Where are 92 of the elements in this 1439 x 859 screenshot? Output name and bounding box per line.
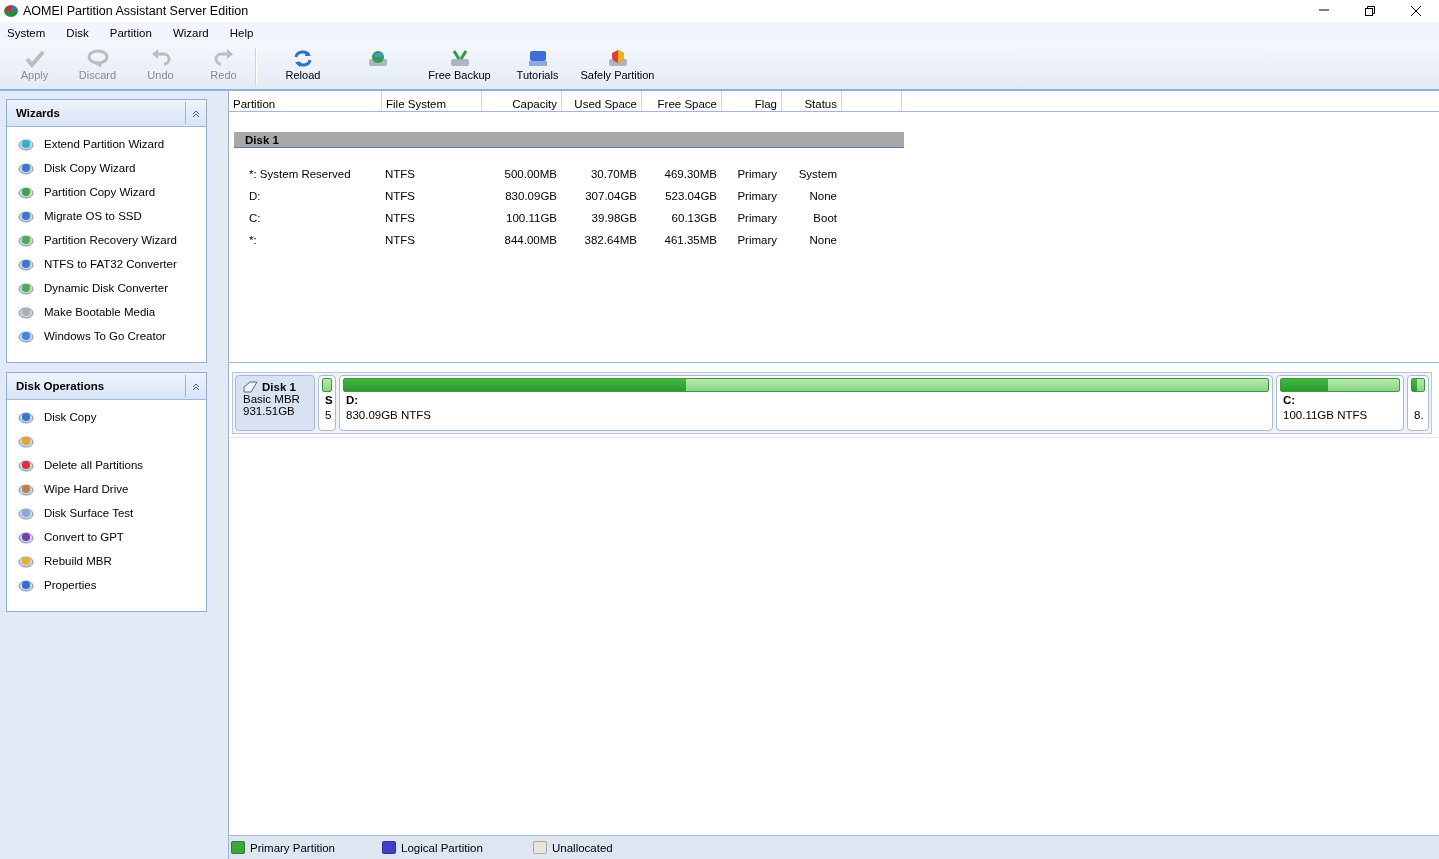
- column-header[interactable]: Used Space: [562, 91, 642, 111]
- partition-name: C:: [1283, 394, 1296, 406]
- wizard-link[interactable]: Properties: [44, 579, 97, 591]
- table-cell: 830.09GB: [505, 190, 557, 202]
- toolbar-button[interactable]: Tutorials: [501, 43, 574, 89]
- table-cell: 844.00MB: [504, 234, 557, 246]
- checkmark-icon: [23, 48, 46, 68]
- table-cell: None: [809, 234, 837, 246]
- table-cell: NTFS: [385, 212, 416, 224]
- column-header[interactable]: Flag: [722, 91, 782, 111]
- table-cell: Primary: [737, 190, 777, 202]
- table-cell: 500.00MB: [504, 168, 557, 180]
- table-cell: 39.98GB: [591, 212, 637, 224]
- table-cell: 382.64MB: [584, 234, 637, 246]
- table-cell: Primary: [737, 168, 777, 180]
- close-button[interactable]: [1410, 5, 1422, 17]
- table-cell: Primary: [737, 212, 777, 224]
- legend-label: Primary Partition: [250, 841, 335, 854]
- table-cell: 100.11GB: [506, 212, 557, 224]
- disk-name: Disk 1: [262, 380, 296, 393]
- legend-label: Logical Partition: [401, 841, 483, 854]
- toolbar-button[interactable]: Safely Partition: [574, 43, 661, 89]
- usage-bar: [322, 378, 332, 392]
- window-title: AOMEI Partition Assistant Server Edition: [23, 4, 250, 18]
- wizard-link[interactable]: Convert to GPT: [44, 531, 124, 543]
- disk-group-header: Disk 1: [234, 132, 904, 148]
- wizard-link[interactable]: Dynamic Disk Converter: [44, 282, 168, 294]
- wizard-link[interactable]: Partition Copy Wizard: [44, 186, 156, 198]
- table-cell: Boot: [813, 212, 837, 224]
- partition-info: 8.: [1414, 409, 1424, 421]
- wizard-link[interactable]: Disk Copy Wizard: [44, 162, 136, 174]
- table-cell: 461.35MB: [664, 234, 717, 246]
- table-cell: System: [798, 168, 837, 180]
- partition-block[interactable]: D: 830.09GB NTFS: [339, 375, 1273, 431]
- wizard-link[interactable]: NTFS to FAT32 Converter: [44, 258, 177, 270]
- partition-info: 5: [325, 409, 332, 421]
- table-cell: 30.70MB: [590, 168, 637, 180]
- app-logo-icon: [3, 3, 19, 19]
- restore-button[interactable]: [1364, 5, 1376, 17]
- partition-block[interactable]: C: 100.11GB NTFS: [1276, 375, 1404, 431]
- menu-item[interactable]: Wizard: [172, 26, 230, 39]
- table-cell: *:: [249, 234, 257, 246]
- column-header[interactable]: Partition: [229, 91, 382, 111]
- wizard-link[interactable]: Make Bootable Media: [44, 306, 156, 318]
- redo-icon: [212, 48, 235, 68]
- refresh-icon: [292, 48, 314, 68]
- column-header[interactable]: Capacity: [482, 91, 562, 111]
- table-cell: NTFS: [385, 190, 416, 202]
- menu-item[interactable]: System: [7, 26, 67, 39]
- wizard-link[interactable]: Migrate OS to SSD: [44, 210, 142, 222]
- wizard-link[interactable]: Rebuild MBR: [44, 555, 112, 567]
- partition-info: 830.09GB NTFS: [346, 409, 431, 421]
- wizard-link[interactable]: Wipe Hard Drive: [44, 483, 129, 495]
- globe-disk-icon: [367, 48, 389, 68]
- wizard-link[interactable]: Extend Partition Wizard: [44, 138, 165, 150]
- table-cell: 60.13GB: [671, 212, 717, 224]
- partition-block[interactable]: 8.: [1407, 375, 1429, 431]
- wizard-link[interactable]: Delete all Partitions: [44, 459, 144, 471]
- panel-title: Disk Operations: [15, 380, 105, 392]
- toolbar-button[interactable]: Reload: [268, 43, 338, 89]
- menu-item[interactable]: Disk: [66, 26, 110, 39]
- table-cell: D:: [249, 190, 261, 202]
- wizard-link[interactable]: Windows To Go Creator: [44, 330, 166, 342]
- column-header[interactable]: Status: [782, 91, 842, 111]
- panel-title: Wizards: [15, 107, 60, 119]
- menu-item[interactable]: Partition: [109, 26, 173, 39]
- wizard-link[interactable]: Disk Copy: [44, 411, 97, 423]
- wizard-link[interactable]: Disk Surface Test: [44, 507, 134, 519]
- table-cell: NTFS: [385, 234, 416, 246]
- table-cell: Primary: [737, 234, 777, 246]
- disk-type: Basic MBR: [243, 393, 301, 405]
- table-cell: 307.04GB: [585, 190, 637, 202]
- table-cell: 469.30MB: [664, 168, 717, 180]
- partition-block[interactable]: S 5: [318, 375, 336, 431]
- disk-arrows-icon: [448, 48, 471, 68]
- legend-label: Unallocated: [552, 841, 613, 854]
- shield-disk-icon: [606, 48, 629, 68]
- wizard-link[interactable]: Partition Recovery Wizard: [44, 234, 177, 246]
- disk-size: 931.51GB: [243, 405, 296, 417]
- partition-name: S: [325, 394, 333, 406]
- table-cell: NTFS: [385, 168, 416, 180]
- column-header[interactable]: File System: [382, 91, 482, 111]
- column-header[interactable]: Free Space: [642, 91, 722, 111]
- partition-info: 100.11GB NTFS: [1283, 409, 1368, 421]
- toolbar-button[interactable]: Free Backup: [418, 43, 501, 89]
- disk-card[interactable]: Disk 1 Basic MBR 931.51GB: [235, 375, 315, 431]
- partition-name: D:: [346, 394, 359, 406]
- table-cell: C:: [249, 212, 261, 224]
- table-cell: *: System Reserved: [249, 168, 351, 180]
- table-cell: 523.04GB: [665, 190, 717, 202]
- table-cell: None: [809, 190, 837, 202]
- menu-item[interactable]: Help: [229, 26, 275, 39]
